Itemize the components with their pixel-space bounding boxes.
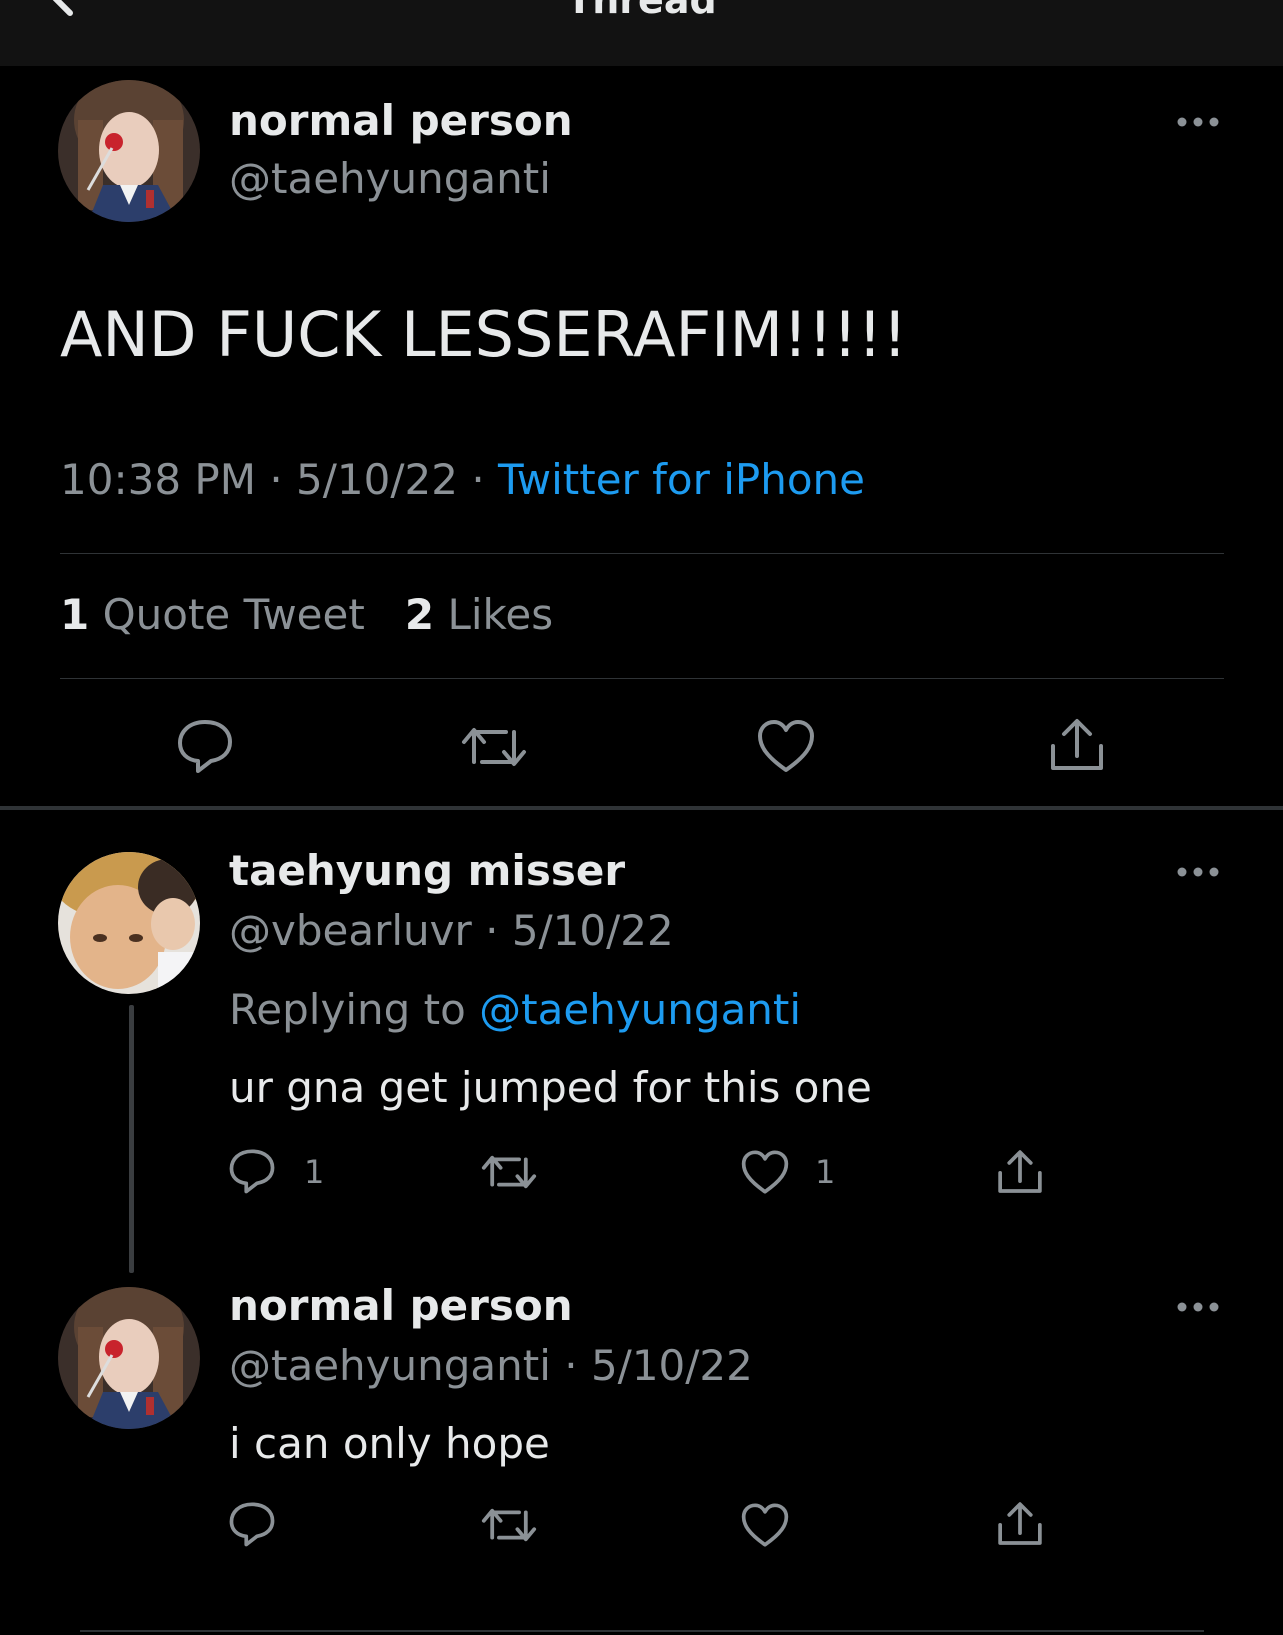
- reply-text: i can only hope: [229, 1419, 550, 1468]
- author-handle-date[interactable]: @vbearluvr · 5/10/22: [229, 906, 674, 955]
- more-icon[interactable]: [1176, 1301, 1220, 1313]
- avatar[interactable]: [58, 1287, 200, 1429]
- reply-icon[interactable]: [228, 1501, 276, 1547]
- meta-separator: ·: [471, 455, 485, 504]
- retweet-icon[interactable]: [460, 722, 528, 772]
- reply-text: ur gna get jumped for this one: [229, 1063, 872, 1112]
- like-icon[interactable]: [740, 1502, 790, 1548]
- mention-link[interactable]: @taehyunganti: [479, 985, 801, 1034]
- page-title: Thread: [566, 0, 717, 22]
- like-count: 1: [815, 1153, 836, 1191]
- likes-stat[interactable]: 2 Likes: [405, 590, 553, 639]
- like-icon[interactable]: [756, 718, 816, 774]
- author-handle[interactable]: @taehyunganti: [229, 154, 551, 203]
- reply-count: 1: [304, 1153, 325, 1191]
- tweet-stats: 1 Quote Tweet 2 Likes: [60, 590, 553, 639]
- author-name[interactable]: taehyung misser: [229, 846, 625, 895]
- tweet-source-link[interactable]: Twitter for iPhone: [498, 455, 865, 504]
- header-bar: Thread: [0, 0, 1283, 66]
- share-icon[interactable]: [1048, 716, 1106, 774]
- tweet-date: 5/10/22: [296, 455, 458, 504]
- more-icon[interactable]: [1176, 866, 1220, 878]
- avatar[interactable]: [58, 80, 200, 222]
- retweet-icon[interactable]: [480, 1151, 538, 1193]
- replying-to: Replying to @taehyunganti: [229, 985, 802, 1034]
- reply-icon[interactable]: [176, 718, 234, 774]
- divider: [80, 1630, 1204, 1632]
- thread-connector: [129, 1005, 134, 1273]
- quote-tweets-stat[interactable]: 1 Quote Tweet: [60, 590, 365, 639]
- tweet-time: 10:38 PM: [60, 455, 256, 504]
- like-icon[interactable]: [740, 1149, 790, 1195]
- meta-separator: ·: [269, 455, 283, 504]
- share-icon[interactable]: [996, 1148, 1044, 1196]
- share-icon[interactable]: [996, 1500, 1044, 1548]
- divider: [60, 553, 1224, 554]
- retweet-icon[interactable]: [480, 1504, 538, 1546]
- more-icon[interactable]: [1176, 116, 1220, 128]
- divider: [60, 678, 1224, 679]
- author-name[interactable]: normal person: [229, 96, 573, 145]
- tweet-text: AND FUCK LESSERAFIM!!!!!: [60, 298, 908, 371]
- author-name[interactable]: normal person: [229, 1281, 573, 1330]
- author-handle-date[interactable]: @taehyunganti · 5/10/22: [229, 1341, 753, 1390]
- avatar[interactable]: [58, 852, 200, 994]
- section-divider: [0, 806, 1283, 810]
- tweet-meta: 10:38 PM · 5/10/22 · Twitter for iPhone: [60, 455, 865, 504]
- reply-icon[interactable]: [228, 1148, 276, 1194]
